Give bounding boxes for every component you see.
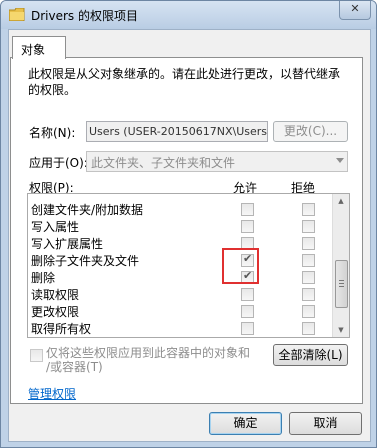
close-button[interactable]: ✕: [339, 1, 371, 20]
permission-row: 读取权限: [28, 285, 328, 302]
tab-label: 对象: [21, 43, 46, 57]
apply-only-label-line2: /或容器(T): [46, 360, 103, 374]
permission-label: 创建文件夹/附加数据: [31, 203, 144, 217]
ok-button[interactable]: 确定: [209, 412, 282, 435]
permission-label: 取得所有权: [31, 322, 92, 336]
permission-row: 更改权限: [28, 302, 328, 319]
grip-line: [339, 280, 344, 281]
apply-only-label-line1: 仅将这些权限应用到此容器中的对象和: [46, 346, 251, 360]
folder-icon: [9, 8, 25, 21]
deny-checkbox[interactable]: [302, 203, 315, 216]
deny-checkbox[interactable]: [302, 305, 315, 318]
permission-label: 读取权限: [31, 288, 80, 302]
scroll-thumb[interactable]: [335, 260, 348, 308]
permission-row: 写入扩展属性: [28, 234, 328, 251]
tab-object[interactable]: 对象: [12, 36, 66, 59]
allow-checkbox[interactable]: [241, 288, 254, 301]
permission-label: 删除: [31, 271, 56, 285]
allow-checkbox[interactable]: [241, 220, 254, 233]
allow-checkbox[interactable]: [241, 305, 254, 318]
apply-only-label: 仅将这些权限应用到此容器中的对象和 /或容器(T): [46, 346, 250, 374]
change-button[interactable]: 更改(C)...: [273, 121, 348, 142]
deny-checkbox[interactable]: [302, 271, 315, 284]
name-field[interactable]: Users (USER-20150617NX\Users): [86, 121, 268, 142]
permission-label: 更改权限: [31, 305, 80, 319]
manage-permissions-link[interactable]: 管理权限: [28, 385, 76, 402]
apply-to-select[interactable]: 此文件夹、子文件夹和文件: [86, 151, 348, 172]
grip-line: [339, 286, 344, 287]
deny-checkbox[interactable]: [302, 322, 315, 335]
permission-row: 写入属性: [28, 217, 328, 234]
permission-label: 写入扩展属性: [31, 237, 104, 251]
permission-list: 创建文件夹/附加数据 写入属性 写入扩展属性 删除子文件夹及文件 删除 读取权限…: [27, 193, 350, 338]
apply-to-value: 此文件夹、子文件夹和文件: [91, 156, 236, 170]
highlight-box: [222, 248, 259, 284]
deny-checkbox[interactable]: [302, 288, 315, 301]
scroll-up-icon[interactable]: ▲: [333, 194, 349, 208]
inherit-description: 此权限是从父对象继承的。请在此处进行更改，以替代继承的权限。: [28, 67, 341, 97]
permission-row: 删除: [28, 268, 328, 285]
grip-line: [339, 283, 344, 284]
allow-checkbox[interactable]: [241, 203, 254, 216]
permission-list-scrollbar[interactable]: ▲ ▼: [332, 194, 349, 337]
window-title: Drivers 的权限项目: [31, 9, 138, 23]
title-bar[interactable]: Drivers 的权限项目 ✕: [1, 1, 376, 29]
apply-only-checkbox[interactable]: [30, 349, 43, 362]
permission-row: 删除子文件夹及文件: [28, 251, 328, 268]
deny-checkbox[interactable]: [302, 237, 315, 250]
name-label: 名称(N):: [29, 126, 76, 140]
scroll-down-icon[interactable]: ▼: [333, 323, 349, 337]
cancel-button[interactable]: 取消: [289, 412, 362, 435]
apply-to-label: 应用于(O):: [29, 156, 88, 170]
deny-checkbox[interactable]: [302, 254, 315, 267]
chevron-down-icon: [336, 158, 344, 163]
allow-checkbox[interactable]: [241, 322, 254, 335]
permission-row: 创建文件夹/附加数据: [28, 200, 328, 217]
permission-label: 写入属性: [31, 220, 80, 234]
clear-all-button[interactable]: 全部清除(L): [273, 344, 348, 366]
deny-checkbox[interactable]: [302, 220, 315, 233]
permission-label: 删除子文件夹及文件: [31, 254, 140, 268]
permission-row: 取得所有权: [28, 319, 328, 336]
